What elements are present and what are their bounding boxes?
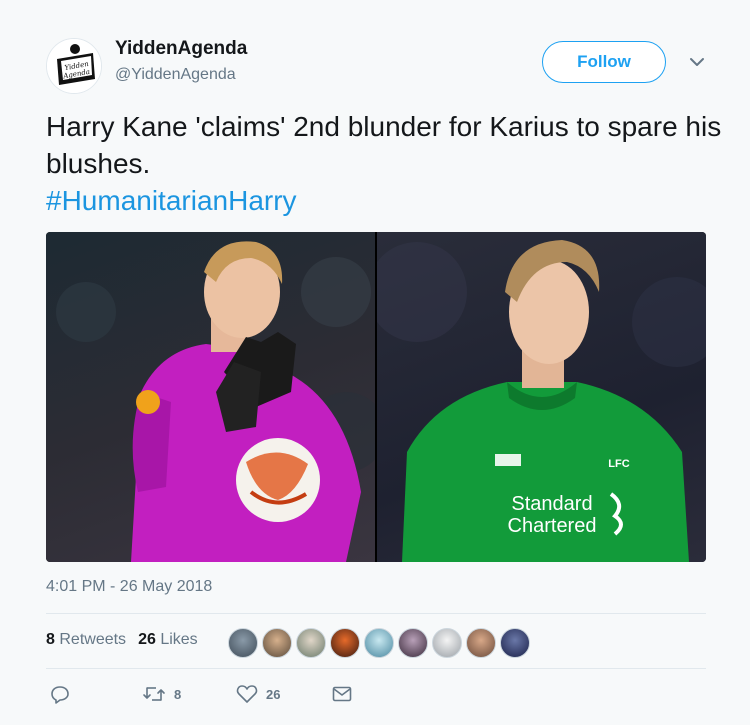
liker-avatar[interactable] <box>296 628 326 658</box>
divider <box>46 613 706 614</box>
yidden-agenda-logo-icon: Yidden Agenda <box>47 39 101 93</box>
retweets-label: Retweets <box>59 631 127 648</box>
sponsor-line-2: Chartered <box>508 515 597 537</box>
retweets-count: 8 <box>46 631 55 648</box>
liker-avatar[interactable] <box>466 628 496 658</box>
avatar[interactable]: Yidden Agenda <box>46 38 102 94</box>
likers-avatars <box>228 628 530 658</box>
sponsor-line-1: Standard <box>511 493 592 515</box>
retweets-stat[interactable]: 8 Retweets <box>46 631 126 649</box>
divider <box>46 668 706 669</box>
user-handle[interactable]: @YiddenAgenda <box>115 66 236 84</box>
tweet-stats: 8 Retweets 26 Likes <box>46 631 198 649</box>
follow-button[interactable]: Follow <box>542 41 666 83</box>
retweet-icon <box>143 687 165 701</box>
heart-icon <box>236 685 258 703</box>
photo-right[interactable]: LFC Standard Chartered <box>377 232 706 562</box>
tweet-text: Harry Kane 'claims' 2nd blunder for Kari… <box>46 108 726 219</box>
tweet-card: Yidden Agenda YiddenAgenda @YiddenAgenda… <box>0 0 750 725</box>
likes-stat[interactable]: 26 Likes <box>138 631 198 649</box>
tweet-timestamp[interactable]: 4:01 PM - 26 May 2018 <box>46 578 212 596</box>
reply-action[interactable] <box>50 684 70 704</box>
envelope-icon <box>332 686 352 702</box>
tweet-media[interactable]: LFC Standard Chartered <box>46 232 706 562</box>
photo-left[interactable] <box>46 232 375 562</box>
liker-avatar[interactable] <box>228 628 258 658</box>
likes-count: 26 <box>138 631 156 648</box>
liker-avatar[interactable] <box>432 628 462 658</box>
tweet-actions: 8 26 <box>46 684 366 708</box>
like-action[interactable]: 26 <box>236 684 280 704</box>
tweet-body: Harry Kane 'claims' 2nd blunder for Kari… <box>46 111 722 179</box>
liker-avatar[interactable] <box>398 628 428 658</box>
like-count: 26 <box>266 686 281 702</box>
liker-avatar[interactable] <box>262 628 292 658</box>
user-display-name[interactable]: YiddenAgenda <box>115 38 247 60</box>
liker-avatar[interactable] <box>330 628 360 658</box>
likes-label: Likes <box>160 631 198 648</box>
lfc-crest: LFC <box>608 458 629 470</box>
hashtag-link[interactable]: #HumanitarianHarry <box>46 182 726 219</box>
retweet-count: 8 <box>174 686 182 702</box>
chevron-down-icon[interactable] <box>686 52 708 72</box>
liker-avatar[interactable] <box>364 628 394 658</box>
liker-avatar[interactable] <box>500 628 530 658</box>
message-action[interactable] <box>332 684 352 704</box>
retweet-action[interactable]: 8 <box>142 684 181 704</box>
reply-icon <box>51 686 69 704</box>
